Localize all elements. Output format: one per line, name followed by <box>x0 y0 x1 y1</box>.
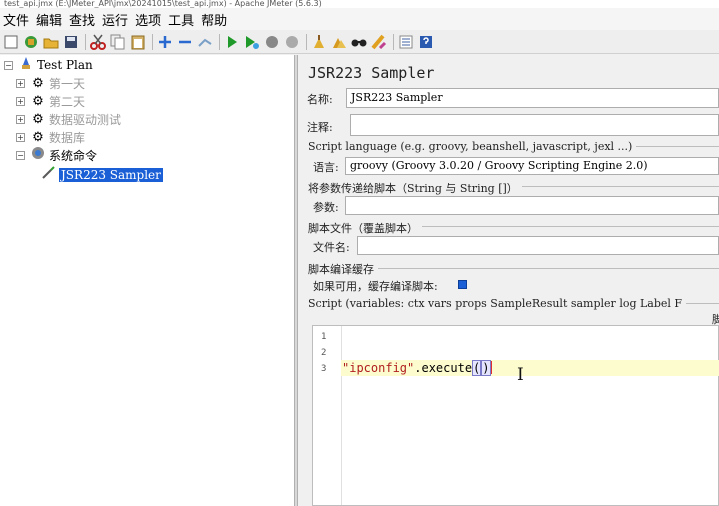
menu-help[interactable]: 帮助 <box>201 10 227 29</box>
expand-toggle-icon[interactable]: + <box>16 114 25 124</box>
thread-group-active-icon <box>30 146 46 164</box>
parameters-field[interactable] <box>345 196 719 215</box>
script-file-group-title: 脚本文件（覆盖脚本） <box>308 220 422 236</box>
parameters-group-title: 将参数传递给脚本（String 与 String []） <box>308 180 522 196</box>
tree-node-day2[interactable]: + ⚙ 第二天 <box>16 92 85 110</box>
menu-run[interactable]: 运行 <box>102 10 128 29</box>
new-icon[interactable] <box>2 33 20 51</box>
expand-toggle-icon[interactable]: + <box>16 78 25 88</box>
compile-cache-group-title: 脚本编译缓存 <box>308 261 378 277</box>
sampler-pen-icon <box>40 166 56 184</box>
expand-toggle-icon[interactable]: + <box>16 132 25 142</box>
test-plan-icon <box>18 56 34 74</box>
menu-options[interactable]: 选项 <box>135 10 161 29</box>
filename-field[interactable] <box>357 236 719 255</box>
thread-group-gear-icon: ⚙ <box>32 111 44 127</box>
paste-icon[interactable] <box>129 33 147 51</box>
test-plan-tree: − Test Plan + ⚙ 第一天 + ⚙ 第二天 + ⚙ 数据驱动测试 +… <box>0 55 294 506</box>
clear-all-icon[interactable] <box>330 33 348 51</box>
mouse-ibeam-cursor-icon: I <box>517 365 524 385</box>
line-number: 1 <box>321 332 327 342</box>
templates-icon[interactable] <box>22 33 40 51</box>
code-method-call: .execute <box>414 361 473 375</box>
menu-edit[interactable]: 编辑 <box>36 10 62 29</box>
cache-checkbox[interactable] <box>458 280 467 289</box>
script-editor[interactable]: 1 2 3 "ipconfig".execute() <box>312 325 719 506</box>
comment-field[interactable] <box>350 114 719 136</box>
thread-group-gear-icon: ⚙ <box>32 75 44 91</box>
line-number: 2 <box>321 348 327 358</box>
line-number-gutter: 1 2 3 <box>313 326 342 505</box>
script-language-group-title: Script language (e.g. groovy, beanshell,… <box>308 140 637 153</box>
panel-title: JSR223 Sampler <box>308 64 435 82</box>
name-field[interactable]: JSR223 Sampler <box>346 88 719 108</box>
language-select[interactable]: groovy (Groovy 3.0.20 / Groovy Scripting… <box>345 157 719 175</box>
code-string-literal: "ipconfig" <box>342 361 415 375</box>
stop-icon[interactable] <box>263 33 281 51</box>
clear-icon[interactable] <box>310 33 328 51</box>
jsr223-sampler-panel: JSR223 Sampler 名称: JSR223 Sampler 注释: Sc… <box>299 55 719 506</box>
cache-label: 如果可用，缓存编译脚本: <box>313 280 438 293</box>
comment-label: 注释: <box>307 121 333 134</box>
thread-group-gear-icon: ⚙ <box>32 93 44 109</box>
collapse-toggle-icon[interactable]: − <box>4 60 13 70</box>
text-caret <box>490 361 492 374</box>
code-line-3[interactable]: "ipconfig".execute() <box>342 360 492 376</box>
tree-node-system-command[interactable]: − 系统命令 <box>16 146 97 164</box>
save-icon[interactable] <box>62 33 80 51</box>
script-group-title: Script (variables: ctx vars props Sample… <box>308 297 687 310</box>
code-close-paren: ) <box>481 360 491 376</box>
line-number: 3 <box>321 364 327 374</box>
help-icon[interactable] <box>417 33 435 51</box>
menu-bar: 文件 编辑 查找 运行 选项 工具 帮助 <box>0 8 719 30</box>
expand-toggle-icon[interactable]: + <box>16 96 25 106</box>
tree-node-data-driven[interactable]: + ⚙ 数据驱动测试 <box>16 110 121 128</box>
name-label: 名称: <box>307 93 333 106</box>
toolbar <box>0 30 719 54</box>
start-icon[interactable] <box>223 33 241 51</box>
shutdown-icon[interactable] <box>283 33 301 51</box>
tree-node-database[interactable]: + ⚙ 数据库 <box>16 128 85 146</box>
code-open-paren: ( <box>472 360 482 376</box>
tree-node-test-plan[interactable]: − Test Plan <box>4 56 93 74</box>
collapse-toggle-icon[interactable]: − <box>16 150 25 160</box>
window-title: test_api.jmx (E:\JMeter_API\jmx\20241015… <box>0 0 719 8</box>
expand-icon[interactable] <box>156 33 174 51</box>
menu-search[interactable]: 查找 <box>69 10 95 29</box>
copy-icon[interactable] <box>109 33 127 51</box>
function-helper-icon[interactable] <box>397 33 415 51</box>
menu-tools[interactable]: 工具 <box>168 10 194 29</box>
reset-search-icon[interactable] <box>370 33 388 51</box>
thread-group-gear-icon: ⚙ <box>32 129 44 145</box>
menu-file[interactable]: 文件 <box>3 10 29 29</box>
toggle-icon[interactable] <box>196 33 214 51</box>
selected-node-label: JSR223 Sampler <box>59 168 163 182</box>
start-no-pause-icon[interactable] <box>243 33 261 51</box>
parameters-label: 参数: <box>313 201 339 214</box>
tree-node-jsr223-sampler[interactable]: JSR223 Sampler <box>40 166 163 184</box>
cut-icon[interactable] <box>89 33 107 51</box>
open-icon[interactable] <box>42 33 60 51</box>
filename-label: 文件名: <box>313 241 350 254</box>
pane-splitter[interactable] <box>294 55 298 506</box>
language-label: 语言: <box>313 161 339 174</box>
search-icon[interactable] <box>350 33 368 51</box>
tree-node-day1[interactable]: + ⚙ 第一天 <box>16 74 85 92</box>
collapse-icon[interactable] <box>176 33 194 51</box>
